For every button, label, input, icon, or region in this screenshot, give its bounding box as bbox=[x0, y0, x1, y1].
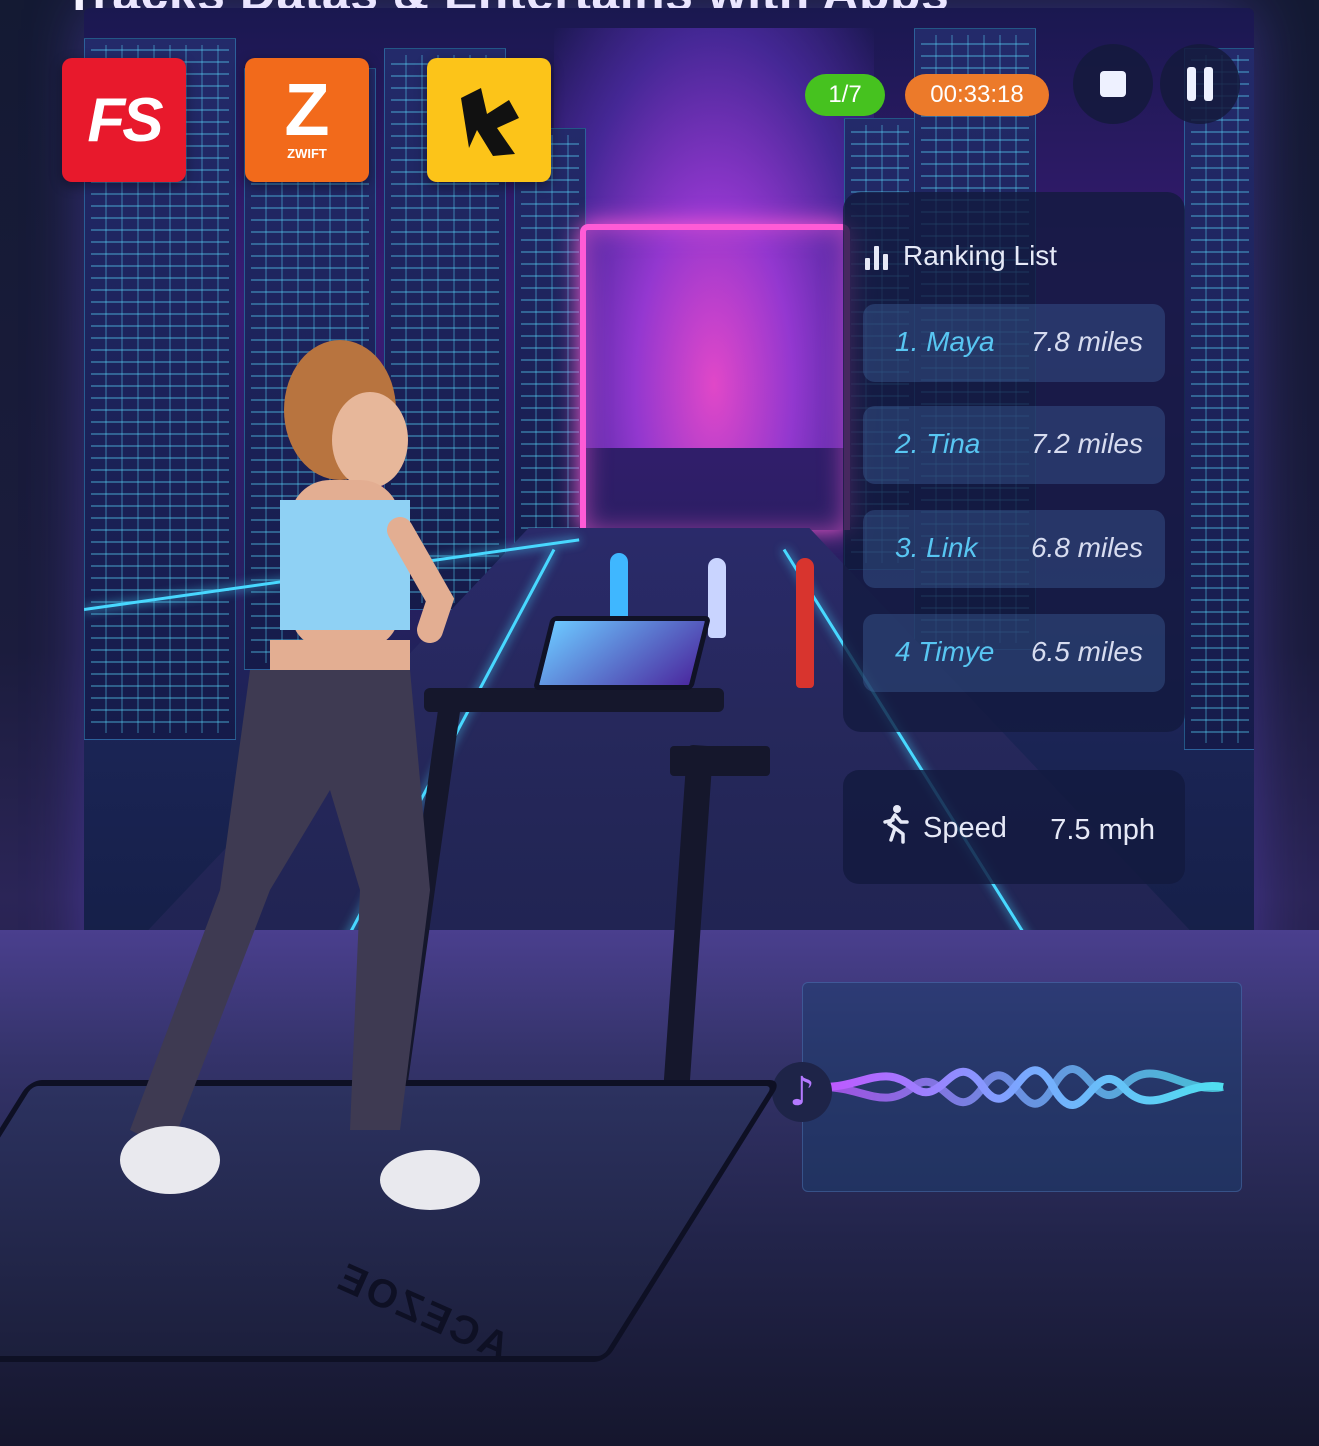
building bbox=[514, 128, 586, 570]
ranking-list-title: Ranking List bbox=[903, 240, 1058, 271]
virtual-runner bbox=[708, 558, 726, 638]
fs-app-logo: FS bbox=[62, 58, 186, 182]
speed-panel: Speed 7.5 mph bbox=[843, 770, 1185, 884]
sound-waveform bbox=[822, 1065, 1224, 1109]
stop-button[interactable] bbox=[1073, 44, 1153, 124]
kinomap-icon bbox=[461, 88, 519, 156]
runner-name: 2. Tina bbox=[895, 428, 981, 459]
building bbox=[1184, 48, 1254, 750]
speed-label: Speed bbox=[923, 812, 1007, 844]
kinomap-app-logo bbox=[427, 58, 551, 182]
runner-name: 3. Link bbox=[895, 532, 978, 563]
treadmill-handle bbox=[670, 746, 770, 776]
neon-gate bbox=[580, 224, 850, 530]
music-note-icon: ♪ bbox=[789, 1069, 815, 1115]
ranking-row: 3. Link 6.8 miles bbox=[863, 510, 1165, 588]
runner-distance: 6.5 miles bbox=[1030, 636, 1143, 667]
zwift-app-logo: Z ZWIFT bbox=[245, 58, 369, 182]
pause-icon bbox=[1187, 67, 1196, 101]
product-banner: Tracks Datas & Entertains with Apps FS Z… bbox=[0, 0, 1319, 1446]
ranking-list-panel: Ranking List 1. Maya 7.8 miles 2. Tina 7… bbox=[843, 192, 1185, 732]
stop-icon bbox=[1100, 71, 1126, 97]
virtual-runner bbox=[610, 553, 628, 623]
bar-chart-icon bbox=[865, 244, 889, 270]
runner-distance: 7.2 miles bbox=[1030, 428, 1143, 459]
lap-counter: 1/7 bbox=[805, 74, 885, 116]
workout-timer: 00:33:18 bbox=[905, 74, 1049, 116]
virtual-runner bbox=[796, 558, 814, 688]
ranking-row: 4 Timye 6.5 miles bbox=[863, 614, 1165, 692]
woman-running bbox=[120, 340, 480, 1210]
fs-logo-text: FS bbox=[87, 85, 163, 155]
ranking-row: 2. Tina 7.2 miles bbox=[863, 406, 1165, 484]
runner-name: 1. Maya bbox=[895, 326, 995, 357]
music-button[interactable]: ♪ bbox=[772, 1062, 832, 1122]
runner-icon bbox=[883, 805, 909, 844]
tablet-on-treadmill bbox=[532, 616, 712, 690]
pause-button[interactable] bbox=[1160, 44, 1240, 124]
runner-distance: 7.8 miles bbox=[1030, 326, 1143, 357]
audio-waveform-panel bbox=[802, 982, 1242, 1192]
speed-value: 7.5 mph bbox=[1050, 814, 1155, 846]
zwift-logo-glyph: Z bbox=[284, 67, 330, 151]
runner-name: 4 Timye bbox=[895, 636, 995, 667]
ranking-row: 1. Maya 7.8 miles bbox=[863, 304, 1165, 382]
zwift-logo-text: ZWIFT bbox=[287, 145, 327, 161]
runner-distance: 6.8 miles bbox=[1030, 532, 1143, 563]
